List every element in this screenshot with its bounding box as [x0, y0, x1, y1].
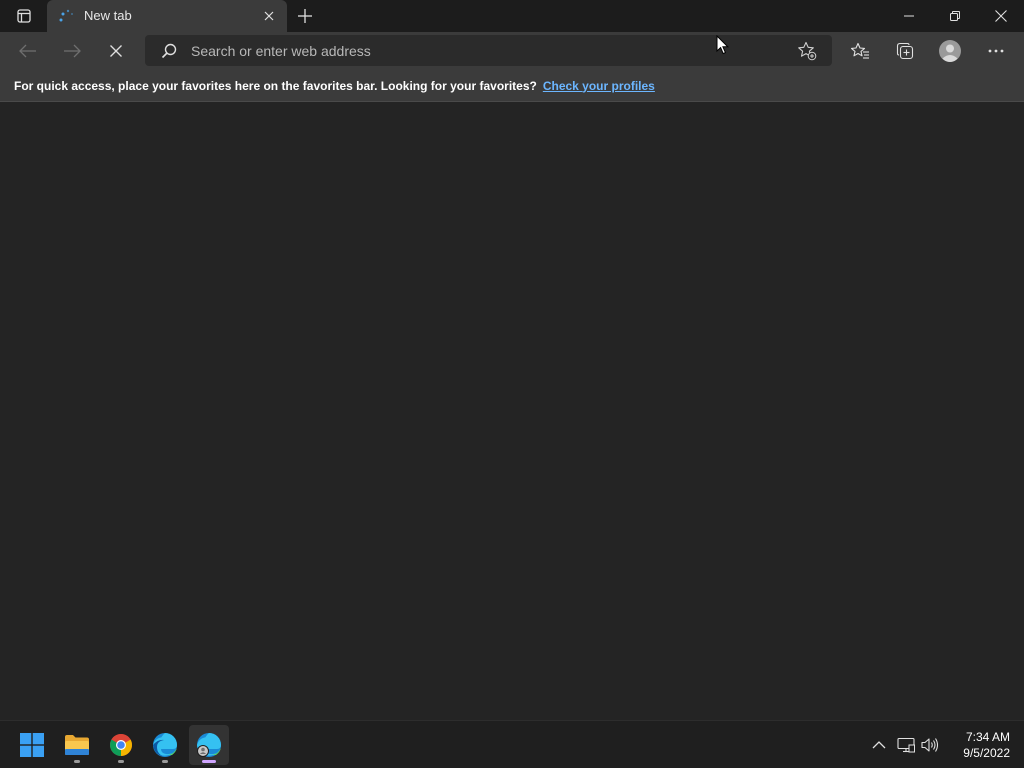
clock-date: 9/5/2022 — [963, 746, 1010, 760]
taskbar-file-explorer[interactable] — [57, 725, 97, 765]
windows-start-icon — [20, 733, 44, 757]
running-indicator — [118, 760, 124, 763]
profile-button[interactable] — [934, 36, 966, 66]
volume-icon — [921, 738, 939, 752]
taskbar: 7:34 AM 9/5/2022 — [0, 720, 1024, 768]
plus-icon — [298, 9, 312, 23]
show-hidden-icons-button[interactable] — [869, 735, 889, 755]
stop-icon — [110, 45, 122, 57]
profile-icon — [939, 40, 961, 62]
close-icon — [995, 10, 1007, 22]
collections-button[interactable] — [889, 36, 921, 66]
title-bar: New tab — [0, 0, 1024, 32]
chevron-up-icon — [872, 741, 886, 749]
favorites-bar: For quick access, place your favorites h… — [0, 70, 1024, 102]
edge-profile-icon — [197, 733, 221, 757]
system-clock[interactable]: 7:34 AM 9/5/2022 — [940, 729, 1010, 761]
minimize-icon — [904, 15, 914, 17]
volume-button[interactable] — [920, 735, 940, 755]
navigation-toolbar — [0, 32, 1024, 70]
favorites-button[interactable] — [844, 36, 876, 66]
add-favorite-button[interactable] — [797, 41, 817, 61]
tab-actions-button[interactable] — [8, 4, 40, 28]
stop-button[interactable] — [100, 36, 132, 66]
new-tab-button[interactable] — [294, 5, 316, 27]
tab-close-button[interactable] — [261, 8, 277, 24]
folder-icon — [65, 735, 89, 755]
start-button[interactable] — [12, 725, 52, 765]
tab-actions-icon — [17, 9, 31, 23]
restore-icon — [950, 11, 960, 21]
chrome-icon — [110, 734, 132, 756]
tab-title: New tab — [84, 8, 132, 23]
tab-new-tab[interactable]: New tab — [47, 0, 287, 32]
arrow-left-icon — [19, 44, 36, 58]
running-indicator — [202, 760, 216, 763]
taskbar-edge-profile[interactable] — [189, 725, 229, 765]
more-icon — [988, 49, 1004, 53]
running-indicator — [162, 760, 168, 763]
mouse-cursor-icon — [716, 35, 730, 55]
network-button[interactable] — [896, 735, 916, 755]
page-content — [0, 103, 1024, 720]
restore-button[interactable] — [932, 0, 978, 32]
network-icon — [897, 737, 915, 753]
taskbar-edge[interactable] — [145, 725, 185, 765]
collections-icon — [896, 42, 914, 60]
taskbar-chrome[interactable] — [101, 725, 141, 765]
edge-icon — [153, 733, 177, 757]
address-input[interactable] — [191, 35, 781, 66]
favorites-bar-message: For quick access, place your favorites h… — [14, 78, 537, 93]
more-button[interactable] — [980, 36, 1012, 66]
loading-icon — [59, 9, 73, 22]
close-icon — [264, 11, 274, 21]
check-profiles-link[interactable]: Check your profiles — [543, 79, 655, 93]
star-add-icon — [798, 41, 817, 61]
search-icon — [161, 43, 177, 59]
forward-button[interactable] — [56, 36, 88, 66]
minimize-button[interactable] — [886, 0, 932, 32]
clock-time: 7:34 AM — [965, 730, 1010, 744]
favorites-icon — [850, 42, 869, 59]
close-window-button[interactable] — [978, 0, 1024, 32]
back-button[interactable] — [12, 36, 44, 66]
running-indicator — [74, 760, 80, 763]
arrow-right-icon — [64, 44, 81, 58]
